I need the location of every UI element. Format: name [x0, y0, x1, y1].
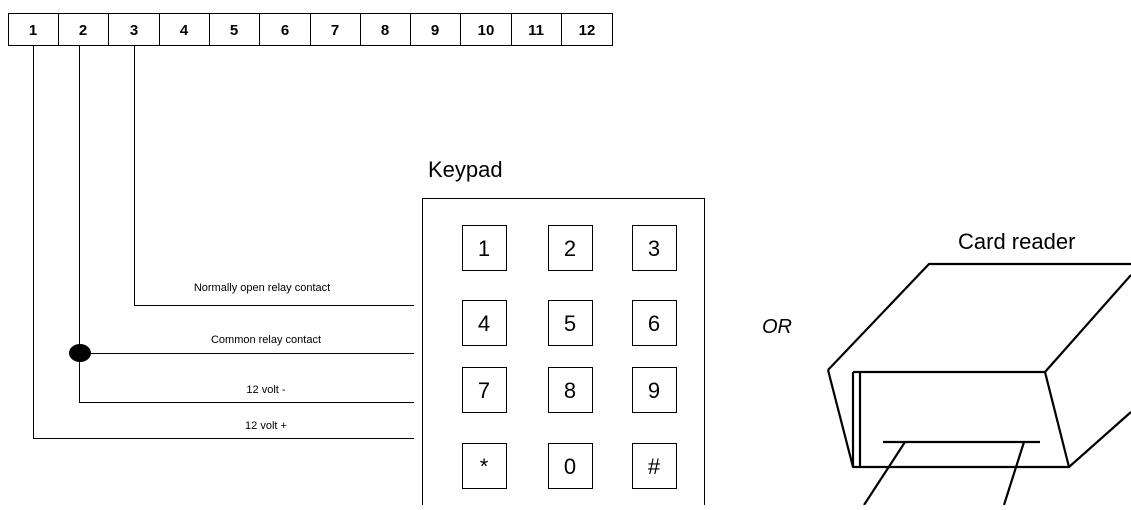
terminal-5: 5 — [230, 22, 238, 39]
common-junction-dot — [69, 344, 91, 362]
wires — [33, 45, 414, 439]
terminal-6: 6 — [281, 22, 289, 39]
label-12v-minus: 12 volt - — [246, 384, 285, 396]
card-reader-title: Card reader — [958, 229, 1075, 254]
inserted-card — [863, 441, 906, 506]
key-9-label: 9 — [648, 378, 660, 403]
keypad-key-labels: 1 2 3 4 5 6 7 8 9 * 0 # — [478, 236, 661, 479]
label-common: Common relay contact — [211, 334, 321, 346]
wire-12v-minus — [79, 45, 414, 403]
or-label: OR — [762, 316, 792, 338]
wire-labels: Normally open relay contact Common relay… — [194, 282, 330, 432]
wire-12v-plus — [33, 45, 414, 439]
terminal-labels: 1 2 3 4 5 6 7 8 9 10 11 12 — [29, 22, 596, 39]
terminal-10: 10 — [478, 22, 495, 39]
key-3-label: 3 — [648, 236, 660, 261]
key-8-label: 8 — [564, 378, 576, 403]
key-7-label: 7 — [478, 378, 490, 403]
terminal-strip — [8, 13, 613, 46]
key-6-label: 6 — [648, 311, 660, 336]
terminal-3: 3 — [130, 22, 138, 39]
label-12v-plus: 12 volt + — [245, 420, 287, 432]
key-0-label: 0 — [564, 454, 576, 479]
terminal-1: 1 — [29, 22, 37, 39]
terminal-9: 9 — [431, 22, 439, 39]
key-star-label: * — [480, 454, 489, 479]
terminal-7: 7 — [331, 22, 339, 39]
key-1-label: 1 — [478, 236, 490, 261]
card-reader — [826, 262, 1131, 506]
key-hash-label: # — [648, 454, 661, 479]
key-5-label: 5 — [564, 311, 576, 336]
keypad-title: Keypad — [428, 157, 503, 182]
terminal-8: 8 — [381, 22, 389, 39]
terminal-11: 11 — [528, 22, 544, 39]
wiring-diagram: 1 2 3 4 5 6 7 8 9 10 11 12 Normally open… — [8, 13, 1131, 506]
key-2-label: 2 — [564, 236, 576, 261]
card-reader-front — [826, 369, 1071, 469]
keypad-keys — [462, 225, 677, 489]
terminal-4: 4 — [180, 22, 189, 39]
terminal-12: 12 — [579, 22, 596, 39]
terminal-2: 2 — [79, 22, 87, 39]
wire-normally-open — [134, 45, 414, 306]
card-reader-top — [827, 262, 1131, 371]
key-4-label: 4 — [478, 311, 490, 336]
label-normally-open: Normally open relay contact — [194, 282, 330, 294]
